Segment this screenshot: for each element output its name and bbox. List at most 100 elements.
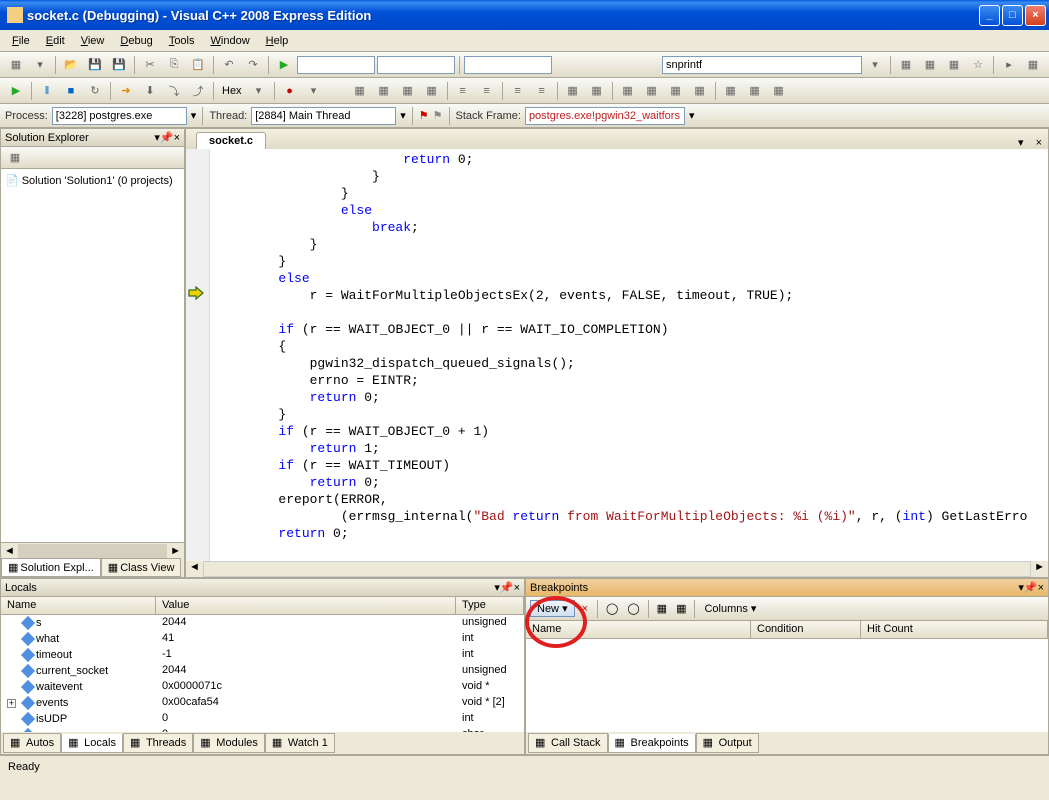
editor-hscrollbar[interactable]: ◄► [186,561,1048,577]
tab-autos[interactable]: ▦Autos [3,733,61,753]
locals-row[interactable]: isUDP0int [1,711,524,727]
misc-icon-3[interactable]: ▦ [768,80,790,102]
bp-col-condition[interactable]: Condition [751,621,861,638]
flag-gray-icon[interactable]: ⚑ [433,109,443,122]
locals-row[interactable]: timeout-1int [1,647,524,663]
thread-dd-icon[interactable]: ▾ [400,109,406,122]
align-left-icon[interactable]: ≡ [507,80,529,102]
uncomment-icon[interactable]: ▦ [586,80,608,102]
bookmark-next-icon[interactable]: ▦ [665,80,687,102]
search-dropdown-icon[interactable]: ▾ [864,54,886,76]
scroll-right-icon[interactable]: ► [167,545,184,557]
redo-icon[interactable]: ↷ [242,54,264,76]
locals-row[interactable]: s2044unsigned [1,615,524,631]
step-out-icon[interactable]: ⤴ [187,80,209,102]
locals-col-name[interactable]: Name [1,597,156,614]
add-item-icon[interactable]: ▾ [29,54,51,76]
tb-icon-3[interactable]: ▦ [943,54,965,76]
close-button[interactable]: × [1025,5,1046,26]
bookmark-icon[interactable]: ▦ [617,80,639,102]
cut-icon[interactable]: ✂ [139,54,161,76]
tab-close-icon[interactable]: × [1030,137,1048,149]
tab-call-stack[interactable]: ▦Call Stack [528,733,608,753]
menu-tools[interactable]: Tools [162,33,202,49]
find-dropdown[interactable] [464,56,552,74]
tab-threads[interactable]: ▦Threads [123,733,193,753]
hex-label[interactable]: Hex [218,85,246,97]
config-dropdown[interactable] [297,56,375,74]
comment-icon[interactable]: ▦ [562,80,584,102]
maximize-button[interactable]: □ [1002,5,1023,26]
indent-less-icon[interactable]: ≡ [452,80,474,102]
locals-col-type[interactable]: Type [456,597,524,614]
solution-root[interactable]: 📄 Solution 'Solution1' (0 projects) [5,173,180,188]
locals-row[interactable]: +events0x00cafa54void * [2] [1,695,524,711]
pause-icon[interactable]: ‖ [36,80,58,102]
undo-icon[interactable]: ↶ [218,54,240,76]
minimize-button[interactable]: _ [979,5,1000,26]
tb-icon-2[interactable]: ▦ [919,54,941,76]
tb-icon-5[interactable]: ▸ [998,54,1020,76]
locals-row[interactable]: what41int [1,631,524,647]
locals-row[interactable]: waitevent0x0000071cvoid * [1,679,524,695]
tab-locals[interactable]: ▦Locals [61,734,123,753]
tool-icon-a[interactable]: ▦ [349,80,371,102]
open-icon[interactable]: 📂 [60,54,82,76]
bp-col-name[interactable]: Name [526,621,751,638]
paste-icon[interactable]: 📋 [187,54,209,76]
bp-pin-icon[interactable]: 📌 [1024,581,1038,594]
close-panel-icon[interactable]: × [174,132,180,144]
bp-close-icon[interactable]: × [1038,582,1044,594]
tab-watch-1[interactable]: ▦Watch 1 [265,733,335,753]
locals-col-value[interactable]: Value [156,597,456,614]
new-breakpoint-button[interactable]: New ▾ [530,600,575,617]
bookmark-clear-icon[interactable]: ▦ [689,80,711,102]
bp-disable-icon[interactable]: ◯ [624,602,642,615]
locals-close-icon[interactable]: × [514,582,520,594]
tab-class-view[interactable]: ▦ Class View [101,558,182,577]
bp-goto-icon[interactable]: ▦ [654,602,670,615]
tool-icon-b[interactable]: ▦ [373,80,395,102]
expand-icon[interactable]: + [7,699,16,708]
tb-icon-4[interactable]: ☆ [967,54,989,76]
menu-file[interactable]: File [5,33,37,49]
platform-dropdown[interactable] [377,56,455,74]
tab-solution-explorer[interactable]: ▦ Solution Expl... [1,558,101,577]
columns-button[interactable]: Columns ▾ [700,602,760,615]
step-over-icon[interactable]: ⤵ [163,80,185,102]
process-dd-icon[interactable]: ▾ [191,109,197,122]
tab-dropdown-icon[interactable]: ▾ [1012,136,1030,149]
start-icon[interactable]: ▶ [273,54,295,76]
search-box[interactable] [662,56,862,74]
properties-icon[interactable]: ▦ [4,147,26,169]
new-project-icon[interactable]: ▦ [5,54,27,76]
stackframe-dropdown[interactable] [525,107,685,125]
locals-row[interactable]: current_socket2044unsigned [1,663,524,679]
align-right-icon[interactable]: ≡ [531,80,553,102]
tool-icon-c[interactable]: ▦ [397,80,419,102]
stop-icon[interactable]: ■ [60,80,82,102]
tool-icon-d[interactable]: ▦ [421,80,443,102]
bp-dropdown-icon[interactable]: ▾ [303,80,325,102]
tb-icon-1[interactable]: ▦ [895,54,917,76]
bp-col-hitcount[interactable]: Hit Count [861,621,1048,638]
process-dropdown[interactable] [52,107,187,125]
pin-icon[interactable]: 📌 [160,131,174,144]
tab-breakpoints[interactable]: ▦Breakpoints [608,734,696,753]
scroll-left-icon[interactable]: ◄ [1,545,18,557]
tab-modules[interactable]: ▦Modules [193,733,265,753]
menu-help[interactable]: Help [259,33,296,49]
continue-icon[interactable]: ▶ [5,80,27,102]
step-next-icon[interactable]: ➔ [115,80,137,102]
locals-pin-icon[interactable]: 📌 [500,581,514,594]
stackframe-dd-icon[interactable]: ▾ [689,109,695,122]
tab-output[interactable]: ▦Output [696,733,759,753]
menu-window[interactable]: Window [204,33,257,49]
menu-view[interactable]: View [74,33,112,49]
flag-red-icon[interactable]: ⚑ [419,109,429,122]
step-into-icon[interactable]: ⬇ [139,80,161,102]
thread-dropdown[interactable] [251,107,396,125]
save-all-icon[interactable]: 💾 [108,54,130,76]
file-tab-socket[interactable]: socket.c [196,132,266,149]
save-icon[interactable]: 💾 [84,54,106,76]
